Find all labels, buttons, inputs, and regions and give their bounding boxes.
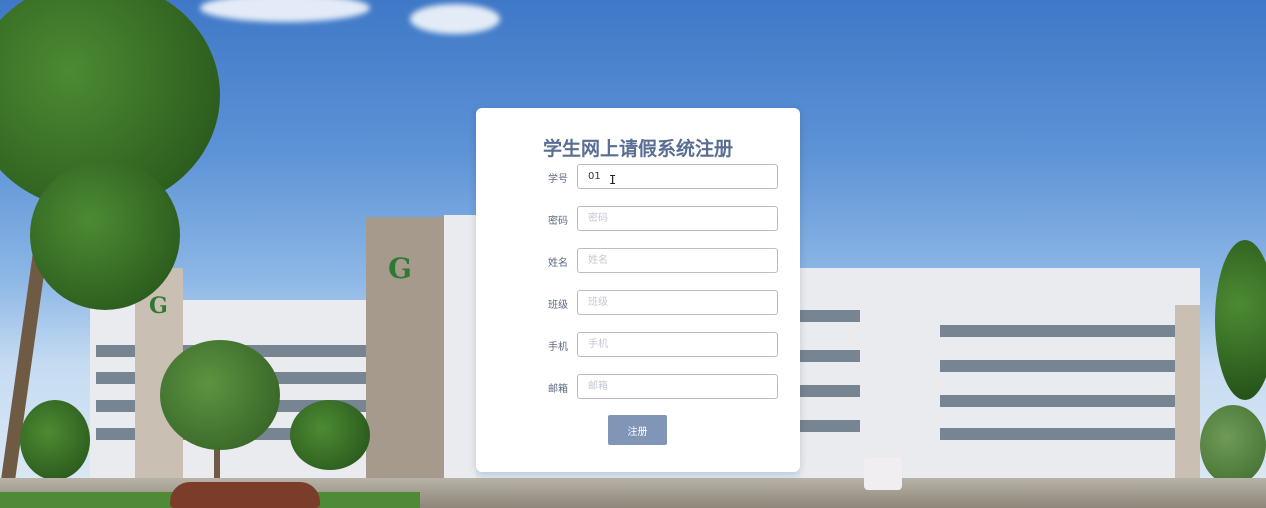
name-input[interactable] <box>577 248 778 273</box>
register-card: 学生网上请假系统注册 学号 I 密码 姓名 班级 手机 邮箱 注册 <box>476 108 800 472</box>
student-id-row: 学号 I <box>476 164 800 191</box>
tree <box>30 160 180 310</box>
building-right <box>800 268 1200 490</box>
class-input[interactable] <box>577 290 778 315</box>
palm-tree <box>290 400 370 470</box>
school-logo-icon: G <box>388 252 412 285</box>
phone-input[interactable] <box>577 332 778 357</box>
class-label: 班级 <box>548 300 568 311</box>
window-band <box>940 395 1175 407</box>
window-band <box>940 428 1175 440</box>
window-band <box>800 350 860 362</box>
name-row: 姓名 <box>476 248 800 275</box>
tree <box>1215 240 1266 400</box>
tree <box>20 400 90 480</box>
phone-row: 手机 <box>476 332 800 359</box>
email-row: 邮箱 <box>476 374 800 401</box>
window-band <box>800 385 860 397</box>
register-button[interactable]: 注册 <box>608 415 667 445</box>
cloud <box>410 4 500 34</box>
window-band <box>800 420 860 432</box>
password-label: 密码 <box>548 216 568 227</box>
page-title: 学生网上请假系统注册 <box>542 138 733 160</box>
student-id-input[interactable] <box>577 164 778 189</box>
email-input[interactable] <box>577 374 778 399</box>
car <box>170 482 320 508</box>
student-id-label: 学号 <box>548 174 568 185</box>
window-band <box>800 310 860 322</box>
tree <box>1200 405 1266 485</box>
window-band <box>940 325 1175 337</box>
cloud <box>200 0 370 22</box>
tree <box>160 340 280 450</box>
van <box>864 458 902 490</box>
school-logo-icon: G <box>149 293 168 319</box>
email-label: 邮箱 <box>548 384 568 395</box>
window-band <box>940 360 1175 372</box>
phone-label: 手机 <box>548 342 568 353</box>
class-row: 班级 <box>476 290 800 317</box>
password-input[interactable] <box>577 206 778 231</box>
name-label: 姓名 <box>548 258 568 269</box>
building-edge <box>1175 305 1200 490</box>
password-row: 密码 <box>476 206 800 233</box>
building-center <box>444 215 476 490</box>
